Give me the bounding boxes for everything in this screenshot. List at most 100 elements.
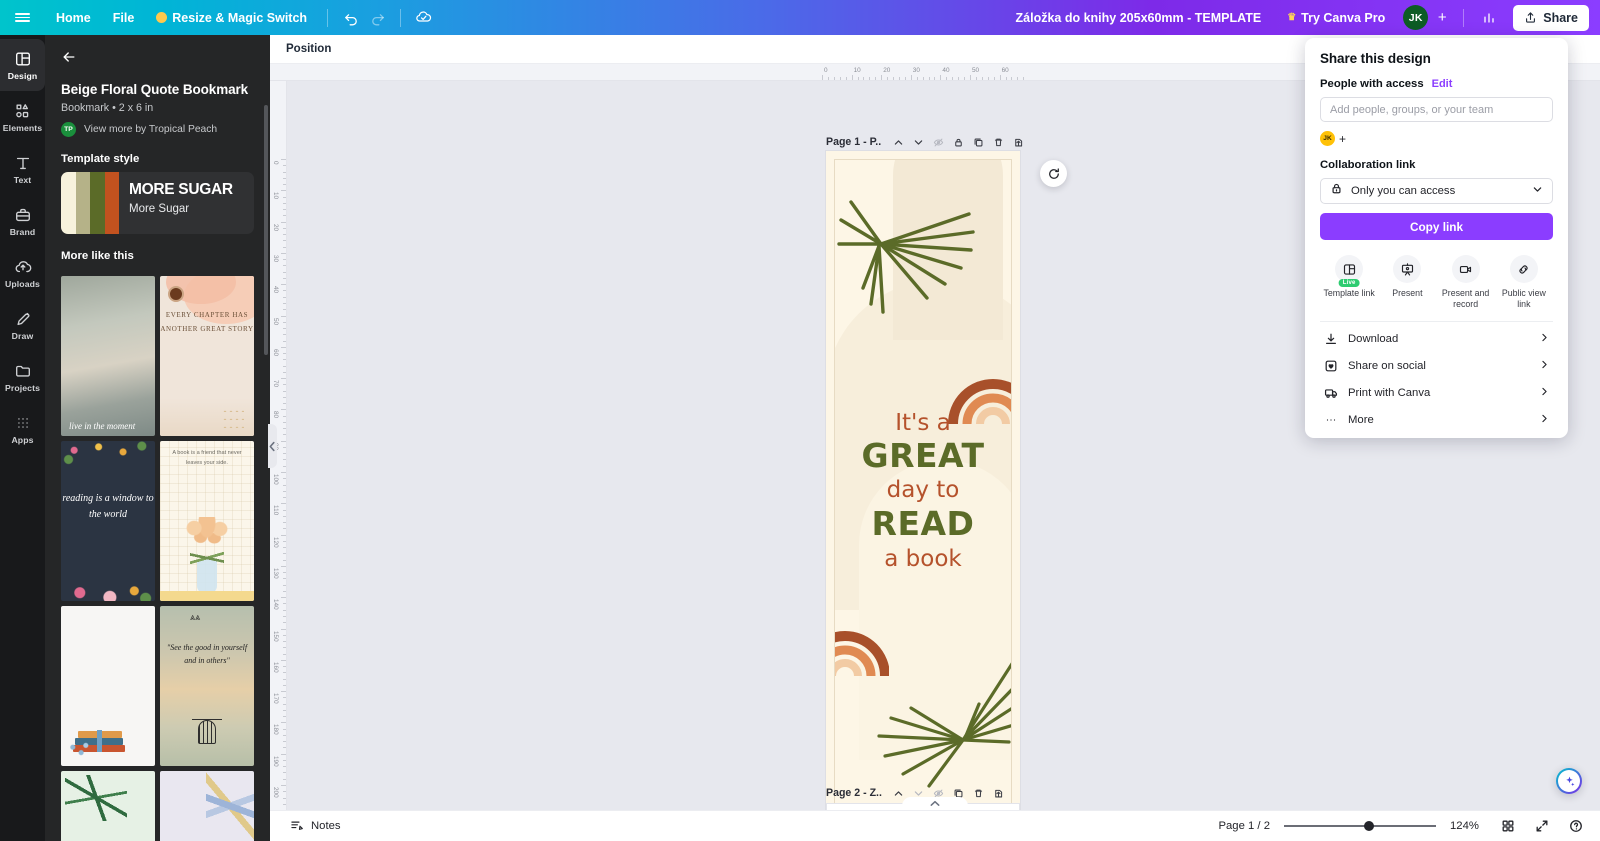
sidebar-item-elements[interactable]: Elements [0, 91, 45, 143]
delete-page-icon[interactable] [989, 133, 1007, 151]
tile-template-link[interactable]: Live Template link [1320, 255, 1378, 310]
panel-scrollbar[interactable] [264, 105, 268, 355]
ruler-tick-label: 110 [272, 505, 279, 516]
design-text-line-2[interactable]: GREAT [835, 436, 1011, 475]
insights-bar-chart-icon[interactable] [1475, 4, 1502, 31]
delete-page-icon[interactable] [970, 784, 988, 802]
sidebar-item-draw[interactable]: Draw [0, 299, 45, 351]
add-people-placeholder: Add people, groups, or your team [1330, 103, 1494, 116]
notes-button[interactable]: Notes [284, 816, 347, 836]
try-canva-pro-button[interactable]: ♛ Try Canva Pro [1277, 5, 1395, 31]
page-2-name[interactable]: Page 2 - Z.. [826, 787, 882, 799]
redo-icon[interactable] [364, 4, 391, 31]
share-button[interactable]: Share [1513, 4, 1589, 31]
design-panel: Beige Floral Quote Bookmark Bookmark • 2… [45, 35, 270, 841]
undo-icon[interactable] [337, 4, 364, 31]
list-item[interactable]: live in the moment [61, 276, 155, 436]
edit-access-link[interactable]: Edit [1432, 78, 1453, 90]
lock-icon[interactable] [949, 133, 967, 151]
share-action-print-with-canva[interactable]: Print with Canva [1320, 380, 1553, 407]
zoom-knob[interactable] [1364, 821, 1374, 831]
list-item[interactable]: reading is a window to the world [61, 441, 155, 601]
cloud-saved-icon[interactable] [410, 4, 437, 31]
sidebar-item-projects[interactable]: Projects [0, 351, 45, 403]
list-item[interactable]: Take a deep [61, 771, 155, 841]
add-page-icon[interactable] [990, 784, 1008, 802]
magic-assistant-button[interactable] [1556, 768, 1582, 794]
top-toolbar: Home File Resize & Magic Switch Záložka … [0, 0, 1600, 35]
chevron-down-icon [1532, 182, 1543, 200]
list-item[interactable]: EVERY CHAPTER HAS ANOTHER GREAT STORY [160, 276, 254, 436]
menu-home[interactable]: Home [45, 6, 102, 30]
tile-present[interactable]: Present [1378, 255, 1436, 310]
ruler-tick-label: 10 [853, 67, 861, 74]
tile-public-view-link[interactable]: Public view link [1495, 255, 1553, 310]
ruler-tick-label: 40 [942, 67, 950, 74]
thumb-caption: "See the good in yourself and in others" [166, 643, 248, 665]
design-canvas-page-1[interactable]: It's a GREAT day to READ a book [826, 151, 1020, 813]
move-page-up-icon[interactable] [889, 133, 907, 151]
scroll-collapse-tab[interactable] [902, 797, 968, 810]
ruler-tick-label: 170 [272, 693, 279, 704]
style-name-display: MORE SUGAR [129, 181, 233, 198]
live-badge: Live [1338, 279, 1360, 287]
avatar[interactable]: JK [1320, 131, 1335, 146]
share-popover: Share this design People with access Edi… [1305, 38, 1568, 438]
try-pro-label: Try Canva Pro [1301, 10, 1386, 25]
add-people-input[interactable]: Add people, groups, or your team [1320, 97, 1553, 122]
ruler-tick-label: 160 [272, 661, 279, 673]
move-page-down-icon[interactable] [909, 133, 927, 151]
share-action-download[interactable]: Download [1320, 326, 1553, 353]
list-item[interactable]: A book is a friend that never leaves you… [160, 441, 254, 601]
sidebar-item-brand[interactable]: Brand [0, 195, 45, 247]
help-question-icon[interactable] [1566, 816, 1586, 836]
list-item[interactable]: ⩓⩓ "See the good in yourself and in othe… [160, 606, 254, 766]
ruler-tick-label: 180 [272, 724, 279, 736]
regenerate-icon[interactable] [1040, 160, 1067, 187]
share-action-share-on-social[interactable]: Share on social [1320, 353, 1553, 380]
menu-resize-magic-switch[interactable]: Resize & Magic Switch [145, 6, 318, 30]
list-item[interactable] [61, 606, 155, 766]
list-item[interactable]: ❝ do something today [160, 771, 254, 841]
duplicate-page-icon[interactable] [969, 133, 987, 151]
grid-view-icon[interactable] [1498, 816, 1518, 836]
crown-icon: ♛ [1287, 12, 1297, 23]
sidebar-item-text[interactable]: Text [0, 143, 45, 195]
share-action-more[interactable]: More [1320, 407, 1553, 434]
user-avatar[interactable]: JK [1403, 5, 1429, 30]
page-1-name[interactable]: Page 1 - P.. [826, 136, 881, 148]
document-title[interactable]: Záložka do knihy 205x60mm - TEMPLATE [1002, 11, 1276, 25]
add-person-button[interactable]: + [1339, 132, 1346, 146]
design-text-line-1[interactable]: It's a [835, 410, 1011, 436]
sidebar-item-design[interactable]: Design [0, 39, 45, 91]
thumb-caption: live in the moment [69, 421, 136, 432]
access-level-select[interactable]: Only you can access [1320, 178, 1553, 204]
author-label: View more by Tropical Peach [84, 124, 218, 135]
invite-members-button[interactable]: + [1432, 8, 1452, 28]
design-text-line-3[interactable]: day to [835, 477, 1011, 503]
tile-present-and-record[interactable]: Present and record [1437, 255, 1495, 310]
menu-file[interactable]: File [102, 6, 146, 30]
share-popover-title: Share this design [1320, 51, 1431, 66]
access-level-value: Only you can access [1351, 185, 1456, 197]
add-page-icon[interactable] [1009, 133, 1027, 151]
chevron-right-icon [1539, 384, 1550, 402]
design-text-line-4[interactable]: READ [835, 504, 1011, 543]
fullscreen-icon[interactable] [1532, 816, 1552, 836]
eye-hidden-icon[interactable] [929, 133, 947, 151]
divider [1463, 8, 1465, 27]
template-author-link[interactable]: TP View more by Tropical Peach [45, 114, 270, 137]
design-text-line-5[interactable]: a book [835, 546, 1011, 572]
template-style-card[interactable]: MORE SUGAR More Sugar [61, 172, 254, 234]
page-1-header: Page 1 - P.. [826, 133, 1027, 151]
hamburger-icon[interactable] [0, 11, 45, 24]
sidebar-item-apps[interactable]: Apps [0, 403, 45, 455]
action-label: More [1348, 414, 1374, 427]
position-button[interactable]: Position [270, 43, 331, 55]
panel-back-button[interactable] [45, 35, 270, 76]
copy-link-button[interactable]: Copy link [1320, 213, 1553, 240]
collapse-panel-handle[interactable] [268, 424, 277, 468]
sidebar-label: Apps [11, 435, 34, 445]
zoom-slider[interactable] [1284, 819, 1436, 833]
sidebar-item-uploads[interactable]: Uploads [0, 247, 45, 299]
